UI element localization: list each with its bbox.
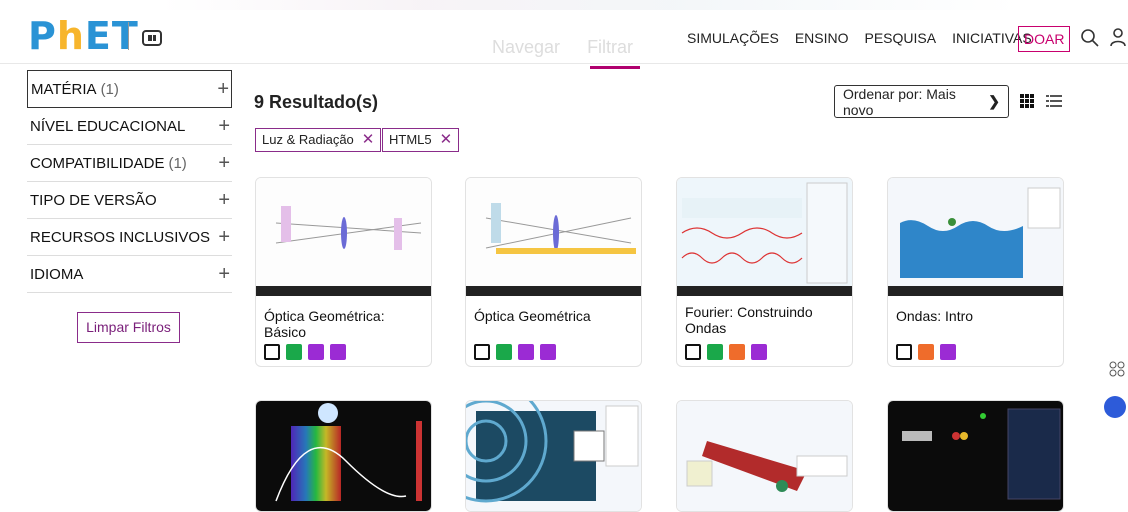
keyboard-icon — [707, 344, 723, 360]
filter-label: IDIOMA — [30, 265, 84, 283]
list-view-icon[interactable] — [1046, 94, 1062, 108]
html5-icon — [264, 344, 280, 360]
sound-icon — [918, 344, 934, 360]
touch-icon — [540, 344, 556, 360]
filter-label: RECURSOS INCLUSIVOS — [30, 228, 211, 246]
feature-badges — [264, 344, 346, 360]
sim-card-fourier[interactable]: Fourier: Construindo Ondas — [676, 177, 853, 367]
sim-card-optica[interactable]: Óptica Geométrica — [465, 177, 642, 367]
touch-icon — [330, 344, 346, 360]
sim-title: Fourier: Construindo Ondas — [685, 304, 813, 336]
filter-materia[interactable]: MATÉRIA (1) + — [27, 70, 232, 108]
sim-title: Óptica Geométrica: Básico — [264, 308, 385, 340]
zoom-icon — [940, 344, 956, 360]
expand-plus-icon[interactable]: + — [218, 263, 230, 286]
filter-label: MATÉRIA — [31, 80, 97, 98]
results-count: 9 Resultado(s) — [254, 92, 379, 112]
filter-recursos-inclusivos[interactable]: RECURSOS INCLUSIVOS + — [27, 219, 232, 256]
filter-label: TIPO DE VERSÃO — [30, 191, 157, 209]
sort-select[interactable]: Ordenar por: Mais novo ❯ — [834, 85, 1009, 118]
assistant-icon[interactable] — [1104, 396, 1126, 418]
top-bar: PhET Navegar Filtrar SIMULAÇÕES ENSINO P… — [0, 0, 1128, 69]
tab-navegar[interactable]: Navegar — [492, 37, 560, 57]
sim-card-molecules-light[interactable] — [887, 400, 1064, 512]
phet-logo[interactable]: PhET — [28, 17, 139, 55]
nav-pesquisa[interactable]: PESQUISA — [865, 30, 937, 46]
feature-badges — [474, 344, 556, 360]
expand-plus-icon[interactable]: + — [217, 78, 229, 101]
sound-icon — [729, 344, 745, 360]
sim-title: Óptica Geométrica — [474, 308, 591, 324]
zoom-icon — [751, 344, 767, 360]
banner-strip — [160, 0, 1020, 10]
clear-filters-button[interactable]: Limpar Filtros — [77, 312, 180, 343]
active-tab-indicator — [590, 66, 640, 69]
sim-thumbnail — [677, 178, 852, 296]
grid-view-icon[interactable] — [1020, 94, 1034, 108]
sim-thumbnail — [466, 401, 641, 511]
expand-plus-icon[interactable]: + — [218, 226, 230, 249]
filter-chip-luz-radiacao[interactable]: Luz & Radiação ✕ — [255, 128, 382, 152]
user-icon[interactable] — [1108, 27, 1128, 47]
main-nav: SIMULAÇÕES ENSINO PESQUISA INICIATIVAS — [687, 30, 1032, 46]
apps-icon[interactable] — [1108, 360, 1126, 378]
html5-icon — [896, 344, 912, 360]
expand-plus-icon[interactable]: + — [218, 189, 230, 212]
tab-filtrar[interactable]: Filtrar — [587, 37, 633, 57]
filter-sidebar: MATÉRIA (1) + NÍVEL EDUCACIONAL + COMPATI… — [27, 70, 232, 293]
html5-icon — [474, 344, 490, 360]
sim-thumbnail — [256, 178, 431, 296]
sim-card-optica-basico[interactable]: Óptica Geométrica: Básico — [255, 177, 432, 367]
filter-count: (1) — [168, 154, 187, 172]
chip-label: HTML5 — [389, 132, 432, 147]
filter-count: (1) — [100, 80, 119, 98]
expand-plus-icon[interactable]: + — [218, 152, 230, 175]
donate-button[interactable]: DOAR — [1018, 26, 1071, 52]
filter-chip-html5[interactable]: HTML5 ✕ — [382, 128, 460, 152]
close-icon[interactable]: ✕ — [440, 129, 453, 151]
nav-ensino[interactable]: ENSINO — [795, 30, 849, 46]
sim-thumbnail — [466, 178, 641, 296]
filter-label: COMPATIBILIDADE — [30, 154, 165, 172]
filter-label: NÍVEL EDUCACIONAL — [30, 117, 186, 135]
filter-tipo-de-versao[interactable]: TIPO DE VERSÃO + — [27, 182, 232, 219]
keyboard-icon — [496, 344, 512, 360]
sim-card-blackbody[interactable] — [255, 400, 432, 512]
filter-nivel-educacional[interactable]: NÍVEL EDUCACIONAL + — [27, 108, 232, 145]
nav-simulacoes[interactable]: SIMULAÇÕES — [687, 30, 779, 46]
filter-idioma[interactable]: IDIOMA + — [27, 256, 232, 293]
sim-thumbnail — [677, 401, 852, 511]
keyboard-icon — [286, 344, 302, 360]
logo-divider — [128, 22, 129, 50]
view-tabs: Navegar Filtrar — [492, 37, 655, 69]
sim-thumbnail — [888, 178, 1063, 296]
html5-icon — [685, 344, 701, 360]
sim-card-interference[interactable] — [465, 400, 642, 512]
expand-plus-icon[interactable]: + — [218, 115, 230, 138]
close-icon[interactable]: ✕ — [362, 129, 375, 151]
sim-title: Ondas: Intro — [896, 308, 974, 324]
sim-thumbnail — [888, 401, 1063, 511]
chevron-down-icon: ❯ — [988, 93, 1000, 109]
search-icon[interactable] — [1080, 28, 1100, 48]
sim-thumbnail — [256, 401, 431, 511]
feature-badges — [896, 344, 956, 360]
zoom-icon — [518, 344, 534, 360]
sim-card-color-vision[interactable] — [676, 400, 853, 512]
feature-badges — [685, 344, 767, 360]
university-icon[interactable] — [141, 28, 163, 48]
sort-label: Ordenar por: Mais novo — [843, 85, 956, 118]
chip-label: Luz & Radiação — [262, 132, 354, 147]
filter-compatibilidade[interactable]: COMPATIBILIDADE (1) + — [27, 145, 232, 182]
zoom-icon — [308, 344, 324, 360]
sim-card-ondas-intro[interactable]: Ondas: Intro — [887, 177, 1064, 367]
